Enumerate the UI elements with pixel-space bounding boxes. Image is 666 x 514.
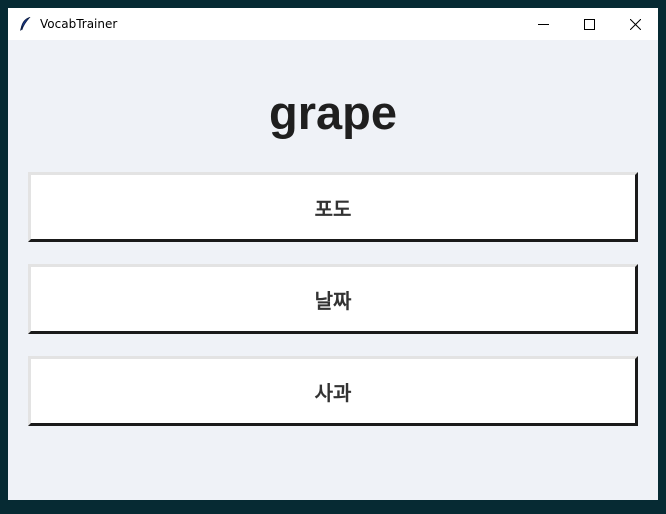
feather-icon xyxy=(18,17,32,31)
app-window: VocabTrainer grape 포도 날짜 사과 xyxy=(8,8,658,500)
answer-button-3[interactable]: 사과 xyxy=(28,356,638,426)
answer-label-1: 포도 xyxy=(314,196,352,221)
answer-label-3: 사과 xyxy=(314,380,352,405)
close-button[interactable] xyxy=(612,8,658,40)
quiz-area: grape 포도 날짜 사과 xyxy=(8,40,658,500)
title-bar[interactable]: VocabTrainer xyxy=(8,8,658,40)
quiz-word: grape xyxy=(269,86,397,139)
answer-button-2[interactable]: 날짜 xyxy=(28,264,638,334)
close-icon xyxy=(629,15,641,34)
minimize-icon xyxy=(537,15,549,34)
answer-button-1[interactable]: 포도 xyxy=(28,172,638,242)
window-controls xyxy=(520,8,658,40)
answer-label-2: 날짜 xyxy=(314,288,352,313)
minimize-button[interactable] xyxy=(520,8,566,40)
window-title: VocabTrainer xyxy=(40,17,118,31)
maximize-button[interactable] xyxy=(566,8,612,40)
maximize-icon xyxy=(583,15,595,34)
